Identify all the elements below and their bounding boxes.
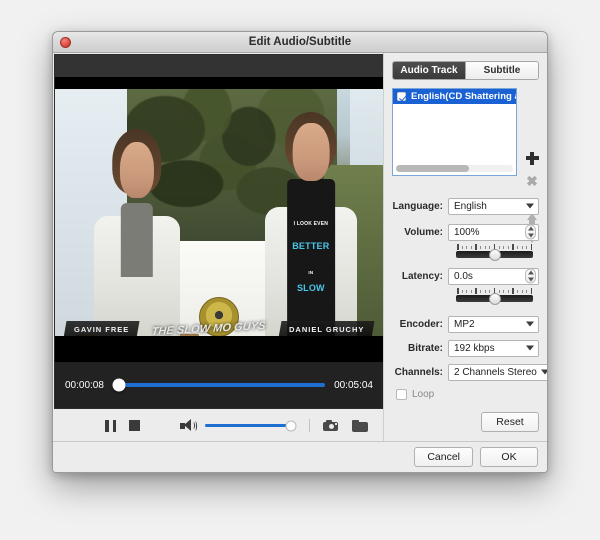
tshirt-text-line3: IN bbox=[308, 270, 314, 276]
person-left bbox=[94, 124, 180, 342]
tab-audio-track[interactable]: Audio Track bbox=[393, 62, 465, 79]
stop-button[interactable] bbox=[129, 420, 140, 431]
face-right bbox=[292, 123, 330, 182]
tshirt-text-line1: I LOOK EVEN bbox=[293, 221, 329, 228]
encoder-label: Encoder: bbox=[399, 318, 443, 330]
channels-select[interactable]: 2 Channels Stereo bbox=[448, 363, 547, 381]
latency-label: Latency: bbox=[401, 270, 443, 282]
edit-audio-subtitle-window: Edit Audio/Subtitle I LOOK EVEN BETTER I… bbox=[52, 31, 548, 473]
current-time-label: 00:00:08 bbox=[65, 379, 104, 391]
encoder-select-wrap: MP2 bbox=[448, 315, 539, 333]
loop-checkbox[interactable] bbox=[396, 389, 407, 400]
tshirt-text-line2: BETTER bbox=[292, 240, 330, 251]
tshirt-text-line4: SLOW bbox=[296, 283, 325, 294]
chevron-down-icon bbox=[526, 203, 534, 209]
volume-stepper[interactable] bbox=[525, 224, 536, 240]
latency-row: Latency: 0.0s bbox=[390, 266, 539, 286]
stepper-down-icon bbox=[527, 233, 534, 238]
chevron-down-icon bbox=[526, 345, 534, 351]
name-plate-left: GAVIN FREE bbox=[63, 320, 140, 338]
encoder-row: Encoder: MP2 bbox=[390, 314, 539, 334]
plus-icon bbox=[525, 151, 539, 165]
volume-field-wrap: 100% bbox=[448, 223, 539, 241]
channels-row: Channels: 2 Channels Stereo bbox=[390, 362, 547, 382]
add-track-button[interactable] bbox=[523, 149, 541, 167]
window-titlebar: Edit Audio/Subtitle bbox=[53, 32, 547, 53]
bitrate-select-wrap: 192 kbps bbox=[448, 339, 539, 357]
language-select-wrap: English bbox=[448, 197, 539, 215]
bitrate-label: Bitrate: bbox=[407, 342, 443, 354]
track-type-tabs: Audio Track Subtitle bbox=[392, 61, 539, 80]
latency-stepper[interactable] bbox=[525, 268, 536, 284]
person-right: I LOOK EVEN BETTER IN SLOW bbox=[264, 109, 357, 342]
latency-slider-wrap bbox=[456, 288, 533, 305]
volume-row: Volume: 100% bbox=[390, 222, 539, 242]
folder-icon bbox=[352, 419, 368, 432]
horizontal-scrollbar-thumb[interactable] bbox=[396, 165, 469, 172]
chevron-down-icon bbox=[540, 369, 547, 375]
latency-slider[interactable] bbox=[456, 292, 533, 305]
audio-track-list[interactable]: English(CD Shattering at 1 bbox=[392, 88, 517, 176]
ok-button[interactable]: OK bbox=[480, 447, 538, 467]
chevron-down-icon bbox=[526, 321, 534, 327]
transport-controls bbox=[53, 409, 385, 442]
window-body: I LOOK EVEN BETTER IN SLOW GAVIN FREE TH… bbox=[53, 53, 547, 472]
volume-slider-thumb[interactable] bbox=[488, 248, 501, 261]
open-folder-button[interactable] bbox=[352, 419, 368, 432]
snapshot-button[interactable] bbox=[323, 420, 338, 431]
seek-thumb[interactable] bbox=[112, 378, 126, 392]
language-row: Language: English bbox=[390, 196, 539, 216]
name-right-text: DANIEL GRUCHY bbox=[288, 324, 365, 334]
video-top-bar bbox=[55, 55, 383, 77]
bitrate-row: Bitrate: 192 kbps bbox=[390, 338, 539, 358]
x-icon: ✖ bbox=[526, 173, 538, 189]
remove-track-button[interactable]: ✖ bbox=[523, 172, 541, 190]
stepper-down-icon bbox=[527, 277, 534, 282]
camera-icon bbox=[323, 420, 338, 431]
settings-panel: Audio Track Subtitle English(CD Shatteri… bbox=[383, 53, 547, 442]
letterbox-top bbox=[55, 77, 383, 89]
latency-field-wrap: 0.0s bbox=[448, 267, 539, 285]
toolbar-divider bbox=[309, 419, 310, 432]
name-plate-right: DANIEL GRUCHY bbox=[278, 320, 375, 338]
tab-subtitle[interactable]: Subtitle bbox=[465, 62, 538, 79]
seek-slider[interactable] bbox=[112, 378, 326, 392]
video-frame[interactable]: I LOOK EVEN BETTER IN SLOW GAVIN FREE TH… bbox=[54, 54, 384, 409]
volume-label: Volume: bbox=[404, 226, 443, 238]
player-volume-thumb[interactable] bbox=[285, 420, 297, 431]
track-enabled-checkbox[interactable] bbox=[397, 92, 406, 101]
latency-slider-thumb[interactable] bbox=[488, 292, 501, 305]
video-player-panel: I LOOK EVEN BETTER IN SLOW GAVIN FREE TH… bbox=[53, 53, 385, 442]
letterbox-bottom bbox=[55, 336, 383, 362]
player-volume-slider[interactable] bbox=[205, 420, 297, 431]
name-left-text: GAVIN FREE bbox=[73, 324, 130, 334]
pause-button[interactable] bbox=[105, 419, 116, 432]
face-left bbox=[119, 141, 155, 199]
list-item[interactable]: English(CD Shattering at 1 bbox=[393, 89, 516, 104]
video-picture: I LOOK EVEN BETTER IN SLOW GAVIN FREE TH… bbox=[55, 89, 383, 342]
mute-button[interactable] bbox=[180, 419, 197, 432]
shirt-left bbox=[120, 202, 154, 277]
pause-icon bbox=[105, 419, 116, 432]
stepper-up-icon bbox=[527, 226, 534, 231]
cancel-button[interactable]: Cancel bbox=[414, 447, 473, 467]
volume-slider[interactable] bbox=[456, 248, 533, 261]
channels-label: Channels: bbox=[394, 366, 443, 378]
loop-label: Loop bbox=[412, 389, 435, 400]
volume-slider-wrap bbox=[456, 244, 533, 261]
horizontal-scrollbar[interactable] bbox=[396, 165, 513, 172]
stepper-up-icon bbox=[527, 270, 534, 275]
speaker-icon bbox=[180, 419, 197, 432]
channels-select-wrap: 2 Channels Stereo bbox=[448, 363, 547, 381]
window-title: Edit Audio/Subtitle bbox=[248, 36, 352, 48]
loop-row[interactable]: Loop bbox=[396, 389, 547, 400]
track-label: English(CD Shattering at 1 bbox=[411, 91, 516, 102]
stop-icon bbox=[129, 420, 140, 431]
reset-button-wrap: Reset bbox=[481, 412, 539, 432]
reset-button[interactable]: Reset bbox=[481, 412, 539, 432]
language-label: Language: bbox=[392, 200, 443, 212]
dialog-footer: Cancel OK bbox=[53, 441, 547, 472]
total-time-label: 00:05:04 bbox=[334, 379, 373, 391]
seek-bar-strip: 00:00:08 00:05:04 bbox=[55, 362, 383, 408]
